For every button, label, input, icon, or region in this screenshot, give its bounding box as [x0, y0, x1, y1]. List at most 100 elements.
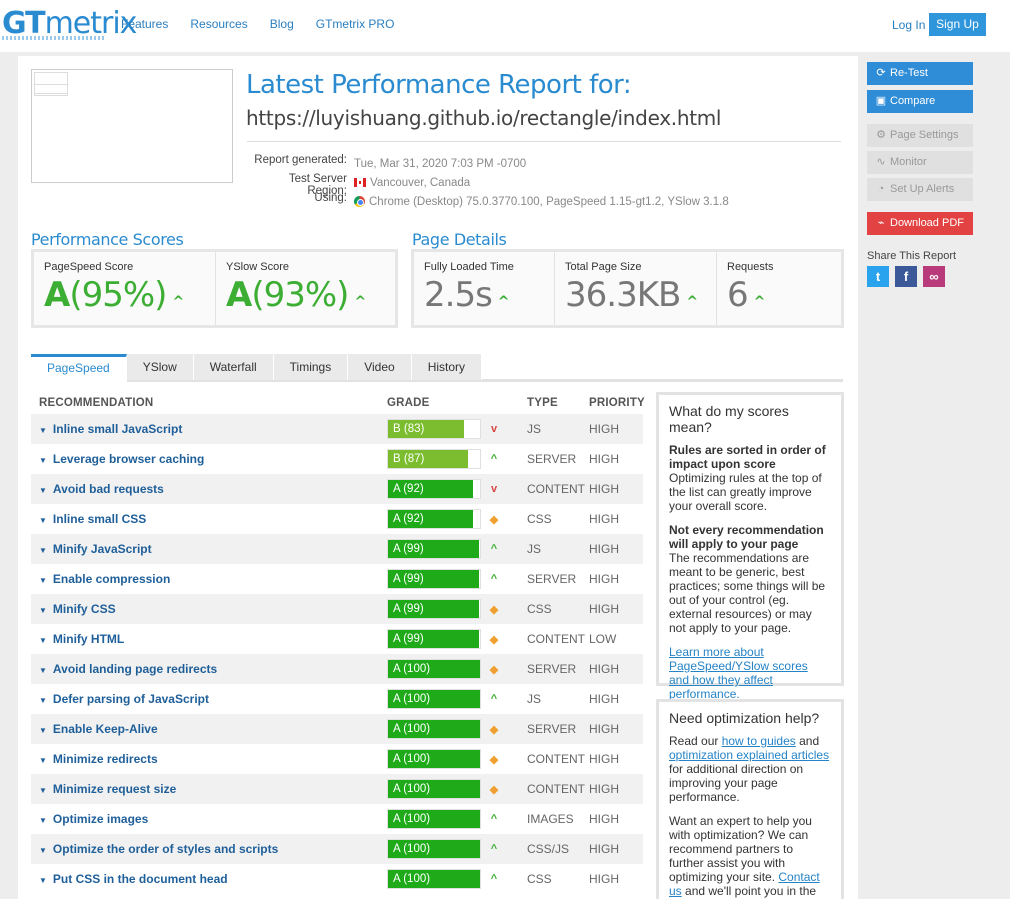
- requests-label: Requests: [727, 261, 774, 273]
- pagespeed-pct: (95%): [69, 275, 167, 315]
- page-settings-button[interactable]: ⚙ Page Settings: [867, 124, 973, 147]
- grade-fill: A (99): [388, 630, 480, 648]
- expand-caret-icon[interactable]: ▼: [39, 546, 47, 555]
- table-row[interactable]: ▼ Put CSS in the document head A (100) ^ CSS…: [31, 864, 643, 894]
- nav-link-features[interactable]: Features: [121, 17, 168, 31]
- login-link[interactable]: Log In: [892, 18, 925, 32]
- table-row[interactable]: ▼ Defer parsing of JavaScript A (100) ^ JS HI…: [31, 684, 643, 714]
- header-grade[interactable]: GRADE: [387, 397, 527, 409]
- expand-caret-icon[interactable]: ▼: [39, 516, 47, 525]
- expand-caret-icon[interactable]: ▼: [39, 876, 47, 885]
- recommendation-name[interactable]: ▼ Optimize images: [31, 812, 387, 826]
- performance-scores-title: Performance Scores: [31, 230, 184, 249]
- loaded-value: 2.5s: [424, 275, 493, 315]
- table-row[interactable]: ▼ Optimize images A (100) ^ IMAGES HIGH: [31, 804, 643, 834]
- expand-caret-icon[interactable]: ▼: [39, 666, 47, 675]
- recommendation-name[interactable]: ▼ Put CSS in the document head: [31, 872, 387, 886]
- tab-video[interactable]: Video: [348, 354, 412, 380]
- expand-caret-icon[interactable]: ▼: [39, 576, 47, 585]
- table-row[interactable]: ▼ Avoid landing page redirects A (100) ◆ SER…: [31, 654, 643, 684]
- expand-caret-icon[interactable]: ▼: [39, 846, 47, 855]
- nav-link-blog[interactable]: Blog: [270, 17, 294, 31]
- tab-pagespeed[interactable]: PageSpeed: [31, 354, 127, 382]
- recommendation-name[interactable]: ▼ Minify CSS: [31, 602, 387, 616]
- trend-up-icon: ^: [753, 294, 766, 310]
- meta-value: Vancouver, Canada: [354, 173, 470, 192]
- recommendation-name[interactable]: ▼ Minify JavaScript: [31, 542, 387, 556]
- table-row[interactable]: ▼ Minify HTML A (99) ◆ CONTENT LOW: [31, 624, 643, 654]
- download-pdf-button[interactable]: ⌁ Download PDF: [867, 212, 973, 235]
- optimization-articles-link[interactable]: optimization explained articles: [669, 748, 829, 762]
- canada-flag-icon: [354, 178, 366, 187]
- expand-caret-icon[interactable]: ▼: [39, 756, 47, 765]
- expand-caret-icon[interactable]: ▼: [39, 786, 47, 795]
- logo-dots: [2, 36, 104, 40]
- header-recommendation[interactable]: RECOMMENDATION: [31, 397, 387, 409]
- recommendation-name[interactable]: ▼ Minify HTML: [31, 632, 387, 646]
- expand-caret-icon[interactable]: ▼: [39, 636, 47, 645]
- table-row[interactable]: ▼ Enable compression A (99) ^ SERVER HIGH: [31, 564, 643, 594]
- table-row[interactable]: ▼ Minimize redirects A (100) ◆ CONTENT HIGH: [31, 744, 643, 774]
- expand-caret-icon[interactable]: ▼: [39, 456, 47, 465]
- p1-text: Optimizing rules at the top of the list …: [669, 471, 822, 513]
- learn-more-link[interactable]: Learn more about PageSpeed/YSlow scores …: [669, 645, 808, 701]
- recommendation-name[interactable]: ▼ Enable compression: [31, 572, 387, 586]
- grade-label: A (100): [393, 813, 431, 825]
- tab-history[interactable]: History: [411, 354, 483, 380]
- twitter-icon[interactable]: t: [867, 266, 889, 287]
- set-up-alerts-button[interactable]: ◔ Set Up Alerts: [867, 178, 973, 201]
- recommendation-name[interactable]: ▼ Minimize redirects: [31, 752, 387, 766]
- recommendation-name[interactable]: ▼ Avoid bad requests: [31, 482, 387, 496]
- expand-caret-icon[interactable]: ▼: [39, 606, 47, 615]
- table-row[interactable]: ▼ Enable Keep-Alive A (100) ◆ SERVER HIGH: [31, 714, 643, 744]
- table-row[interactable]: ▼ Leverage browser caching B (87) ^ SERVER HI…: [31, 444, 643, 474]
- retest-button[interactable]: ⟳ Re-Test: [867, 62, 973, 85]
- tab-yslow[interactable]: YSlow: [126, 354, 194, 380]
- trend-flat-icon: ◆: [489, 783, 499, 796]
- monitor-button[interactable]: ∿ Monitor: [867, 151, 973, 174]
- type-cell: SERVER: [527, 452, 577, 466]
- recommendation-name[interactable]: ▼ Inline small CSS: [31, 512, 387, 526]
- grade-bar: A (100): [387, 749, 481, 769]
- recommendation-name[interactable]: ▼ Defer parsing of JavaScript: [31, 692, 387, 706]
- nav-link-pro[interactable]: GTmetrix PRO: [316, 17, 395, 31]
- tab-waterfall[interactable]: Waterfall: [193, 354, 274, 380]
- nav-link-resources[interactable]: Resources: [190, 17, 247, 31]
- header-priority[interactable]: PRIORITY: [589, 397, 645, 409]
- page-screenshot-thumbnail[interactable]: [31, 69, 233, 183]
- grade-cell: A (100) ^: [387, 839, 527, 859]
- table-row[interactable]: ▼ Avoid bad requests A (92) v CONTENT HIGH: [31, 474, 643, 504]
- grade-bar: A (99): [387, 599, 481, 619]
- expand-caret-icon[interactable]: ▼: [39, 816, 47, 825]
- table-row[interactable]: ▼ Minify CSS A (99) ◆ CSS HIGH: [31, 594, 643, 624]
- header-type[interactable]: TYPE: [527, 397, 589, 409]
- tab-timings[interactable]: Timings: [273, 354, 349, 380]
- grade-cell: A (100) ^: [387, 809, 527, 829]
- table-row[interactable]: ▼ Minify JavaScript A (99) ^ JS HIGH: [31, 534, 643, 564]
- gtmetrix-logo[interactable]: GTmetrix: [2, 6, 137, 41]
- grade-bar: A (100): [387, 659, 481, 679]
- table-header: RECOMMENDATION GRADE TYPE PRIORITY: [31, 392, 645, 414]
- recommendation-name[interactable]: ▼ Optimize the order of styles and script…: [31, 842, 387, 856]
- recommendation-name[interactable]: ▼ Avoid landing page redirects: [31, 662, 387, 676]
- facebook-icon[interactable]: f: [895, 266, 917, 287]
- expand-caret-icon[interactable]: ▼: [39, 726, 47, 735]
- signup-button[interactable]: Sign Up: [929, 13, 986, 36]
- recommendation-name[interactable]: ▼ Inline small JavaScript: [31, 422, 387, 436]
- table-row[interactable]: ▼ Minimize request size A (100) ◆ CONTENT HIG…: [31, 774, 643, 804]
- how-to-guides-link[interactable]: how to guides: [722, 734, 796, 748]
- recommendation-name[interactable]: ▼ Minimize request size: [31, 782, 387, 796]
- recommendation-name[interactable]: ▼ Enable Keep-Alive: [31, 722, 387, 736]
- table-row[interactable]: ▼ Inline small CSS A (92) ◆ CSS HIGH: [31, 504, 643, 534]
- table-row[interactable]: ▼ Optimize the order of styles and script…: [31, 834, 643, 864]
- table-row[interactable]: ▼ Inline small JavaScript B (83) v JS HIGH: [31, 414, 643, 444]
- recommendation-name[interactable]: ▼ Leverage browser caching: [31, 452, 387, 466]
- expand-caret-icon[interactable]: ▼: [39, 426, 47, 435]
- compare-button[interactable]: ▣ Compare: [867, 90, 973, 113]
- link-icon[interactable]: ∞: [923, 266, 945, 287]
- expand-caret-icon[interactable]: ▼: [39, 486, 47, 495]
- expand-caret-icon[interactable]: ▼: [39, 696, 47, 705]
- yslow-grade: A: [226, 275, 252, 315]
- priority-cell: HIGH: [589, 422, 619, 436]
- alarm-icon: ◔: [877, 183, 885, 195]
